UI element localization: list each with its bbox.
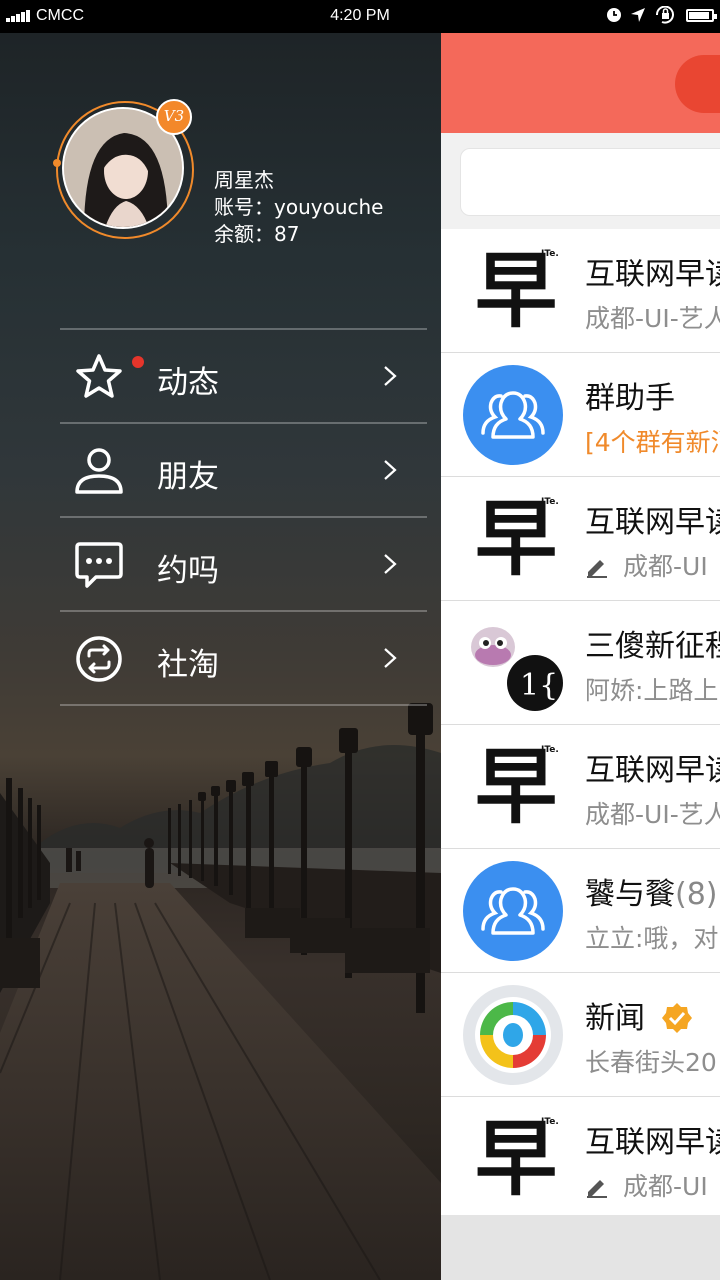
chevron-right-icon — [384, 554, 397, 574]
chat-preview-row: 成都-UI — [585, 547, 708, 583]
chat-name: 群助手 — [585, 381, 675, 416]
chat-item[interactable]: 早 ITe. 互联网早读 成都-UI — [441, 1097, 720, 1221]
ring-dot — [53, 159, 61, 167]
menu-item-pengyou[interactable]: 朋友 — [60, 424, 427, 516]
chat-name: 互联网早读 — [585, 753, 720, 788]
chat-item[interactable]: 早 ITe. 互联网早读 成都-UI — [441, 477, 720, 601]
location-arrow-icon — [631, 8, 645, 22]
menu-label: 动态 — [157, 365, 219, 401]
chat-name: 互联网早读 — [585, 1125, 720, 1160]
side-drawer: V3 周星杰 账号：youyouche 余额：87 动态 朋友 约吗 社淘 — [0, 33, 441, 1280]
zao-logo-avatar: 早 ITe. — [475, 491, 559, 587]
rotation-lock-icon — [655, 6, 674, 24]
edit-draft-icon — [587, 560, 607, 578]
group-icon — [481, 887, 545, 935]
vip-badge: V3 — [156, 99, 192, 135]
chat-preview: 立立:哦，对 — [585, 924, 719, 953]
chat-name: 互联网早读 — [585, 505, 720, 540]
search-area — [441, 133, 720, 229]
chat-preview: 成都-UI-艺人 — [585, 304, 720, 333]
profile-avatar[interactable]: V3 — [53, 99, 194, 239]
group-avatar — [463, 365, 563, 465]
chat-list: 早ITe. 互联网早读 成都-UI-艺人 群助手 [4个群有新消息] 早ITe. — [441, 229, 720, 1221]
qq-news-logo — [463, 985, 563, 1085]
search-input[interactable] — [460, 148, 720, 216]
zao-logo-avatar: 早 ITe. — [475, 243, 559, 339]
menu-divider — [60, 704, 427, 706]
menu-item-dongtai[interactable]: 动态 — [60, 330, 427, 422]
chat-preview: 成都-UI-艺人 — [585, 800, 720, 829]
profile-name: 周星杰 — [214, 168, 274, 192]
bottom-bar — [441, 1215, 720, 1280]
chat-item[interactable]: 1{ 三傻新征程 阿娇:上路上 — [441, 601, 720, 725]
chevron-right-icon — [384, 648, 397, 668]
chat-name-row: 饕与餮(8) — [585, 869, 718, 913]
status-bar: CMCC 4:20 PM — [0, 0, 720, 33]
chat-preview-row: 成都-UI — [585, 1167, 708, 1203]
chat-item[interactable]: 新闻 长春街头20 — [441, 973, 720, 1097]
zao-logo-avatar: 早 ITe. — [475, 739, 559, 835]
exchange-icon — [76, 636, 122, 682]
header-toggle[interactable] — [675, 55, 720, 113]
verified-badge-icon — [661, 1003, 692, 1033]
chat-preview: 成都-UI — [623, 552, 708, 581]
chat-name: 新闻 — [585, 1001, 645, 1036]
person-icon — [75, 448, 123, 494]
drawer-menu: 动态 朋友 约吗 社淘 — [60, 328, 427, 706]
group-avatar — [463, 861, 563, 961]
star-icon — [76, 354, 122, 398]
menu-label: 朋友 — [157, 459, 219, 495]
group-icon — [481, 391, 545, 439]
chat-name-row: 新闻 — [585, 993, 693, 1037]
chat-bubble-icon — [75, 542, 123, 588]
main-header — [441, 33, 720, 133]
chat-name: 饕与餮 — [585, 877, 675, 912]
zao-logo-avatar: 早 ITe. — [475, 1111, 559, 1207]
chat-item[interactable]: 早 ITe. 互联网早读 成都-UI-艺人 — [441, 725, 720, 849]
chat-item[interactable]: 饕与餮(8) 立立:哦，对 — [441, 849, 720, 973]
chat-item[interactable]: 群助手 [4个群有新消息] — [441, 353, 720, 477]
svg-text:1{: 1{ — [520, 668, 558, 703]
chat-name: 互联网早读 — [585, 257, 720, 292]
multi-avatar: 1{ — [463, 613, 565, 713]
chat-name: 三傻新征程 — [585, 629, 720, 664]
profile-balance: 余额：87 — [214, 222, 300, 246]
menu-label: 约吗 — [157, 553, 219, 589]
chat-preview: 成都-UI — [623, 1172, 708, 1201]
menu-item-shetao[interactable]: 社淘 — [60, 612, 427, 704]
chat-preview: 阿娇:上路上 — [585, 676, 719, 705]
profile-info: 周星杰 账号：youyouche 余额：87 — [214, 167, 383, 248]
menu-label: 社淘 — [157, 647, 219, 683]
edit-draft-icon — [587, 1180, 607, 1198]
chat-member-count: (8) — [675, 877, 718, 912]
main-panel[interactable]: 早ITe. 互联网早读 成都-UI-艺人 群助手 [4个群有新消息] 早ITe. — [441, 33, 720, 1280]
chat-item[interactable]: 早 ITe. 互联网早读 成都-UI-艺人 — [441, 229, 720, 353]
notification-dot — [132, 356, 144, 368]
profile-account: 账号：youyouche — [214, 195, 384, 219]
chevron-right-icon — [384, 366, 397, 386]
alarm-clock-icon — [607, 8, 621, 22]
chat-preview: [4个群有新消息] — [585, 428, 720, 457]
chat-preview: 长春街头20 — [585, 1048, 717, 1077]
menu-item-yuema[interactable]: 约吗 — [60, 518, 427, 610]
chevron-right-icon — [384, 460, 397, 480]
battery-icon — [686, 8, 717, 22]
